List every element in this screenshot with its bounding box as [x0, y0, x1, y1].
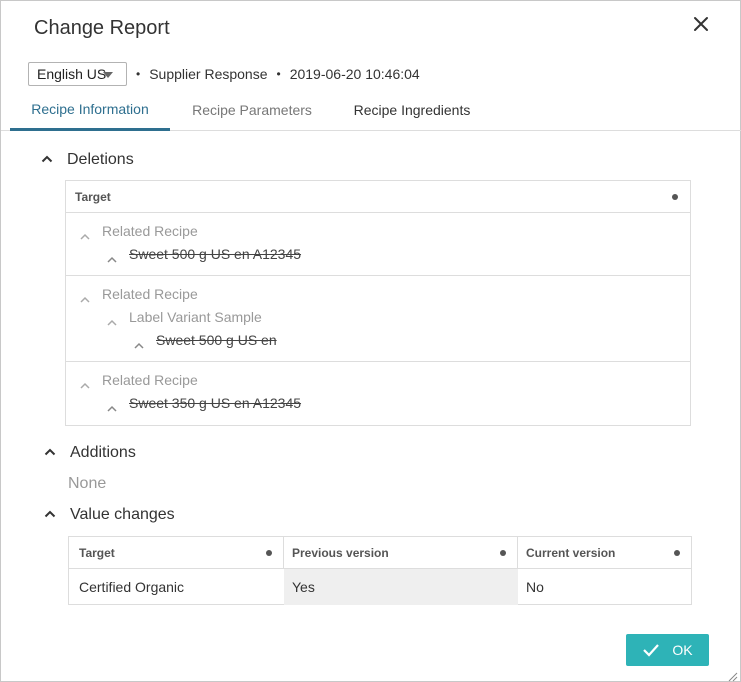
deleted-item-label: Sweet 500 g US en — [156, 332, 277, 348]
tree-node-deleted-item[interactable]: Sweet 500 g US en A12345 — [107, 244, 301, 264]
cell-previous: Yes — [284, 569, 518, 605]
tree-node-label: Related Recipe — [102, 223, 198, 239]
value-changes-header-row: Target Previous version Current version — [69, 537, 691, 569]
chevron-up-icon — [107, 399, 117, 412]
value-changes-title: Value changes — [70, 506, 175, 523]
chevron-up-icon — [80, 227, 90, 240]
column-menu-icon[interactable] — [674, 550, 680, 556]
meta-separator-1: • — [136, 67, 141, 81]
tree-node-related-recipe[interactable]: Related Recipe — [80, 221, 198, 241]
caret-down-icon — [103, 72, 113, 78]
tree-node-deleted-item[interactable]: Sweet 500 g US en — [134, 330, 277, 350]
column-menu-icon[interactable] — [672, 194, 678, 200]
header-current-version: Current version — [526, 545, 616, 560]
deletion-row: Related Recipe Sweet 500 g US en A12345 — [66, 213, 690, 276]
change-report-dialog: Change Report English US • Supplier Resp… — [0, 0, 741, 682]
chevron-up-icon — [80, 376, 90, 389]
deletion-row: Related Recipe Label Variant Sample Swee… — [66, 276, 690, 362]
header-previous-version: Previous version — [284, 537, 518, 568]
column-menu-icon[interactable] — [500, 550, 506, 556]
additions-none-label: None — [68, 475, 107, 492]
tab-recipe-information[interactable]: Recipe Information — [10, 89, 170, 131]
deletions-header-row: Target — [66, 181, 690, 213]
deletions-section-toggle[interactable]: Deletions — [41, 151, 134, 169]
dialog-title: Change Report — [34, 17, 170, 39]
tree-node-label-variant[interactable]: Label Variant Sample — [107, 307, 262, 327]
language-select-value: English US — [37, 66, 107, 82]
resize-grip-icon[interactable] — [728, 669, 738, 682]
chevron-up-icon — [41, 155, 55, 165]
report-meta: English US • Supplier Response • 2019-06… — [28, 62, 420, 86]
value-changes-section-toggle[interactable]: Value changes — [44, 506, 175, 524]
report-source: Supplier Response — [149, 66, 268, 82]
tree-node-related-recipe[interactable]: Related Recipe — [80, 284, 198, 304]
chevron-up-icon — [80, 290, 90, 303]
chevron-up-icon — [107, 250, 117, 263]
ok-button-label: OK — [672, 642, 693, 658]
report-timestamp: 2019-06-20 10:46:04 — [289, 66, 420, 82]
deletions-header-target: Target — [75, 189, 111, 204]
cell-target: Certified Organic — [79, 579, 185, 595]
meta-separator-2: • — [276, 67, 281, 81]
check-icon — [643, 644, 660, 657]
chevron-up-icon — [134, 336, 144, 349]
additions-section-toggle[interactable]: Additions — [44, 444, 136, 462]
deletion-row: Related Recipe Sweet 350 g US en A12345 — [66, 362, 690, 426]
chevron-up-icon — [107, 313, 117, 326]
tree-node-label: Label Variant Sample — [129, 309, 262, 325]
table-row: Certified Organic Yes No — [69, 569, 691, 605]
tree-node-deleted-item[interactable]: Sweet 350 g US en A12345 — [107, 393, 301, 413]
additions-title: Additions — [70, 444, 136, 461]
deleted-item-label: Sweet 350 g US en A12345 — [129, 395, 302, 411]
column-menu-icon[interactable] — [266, 550, 272, 556]
header-target: Target — [69, 537, 284, 568]
deleted-item-label: Sweet 500 g US en A12345 — [129, 246, 302, 262]
close-icon[interactable] — [691, 14, 711, 34]
ok-button[interactable]: OK — [626, 634, 709, 666]
deletions-title: Deletions — [67, 151, 134, 168]
language-select[interactable]: English US — [28, 62, 127, 86]
tree-node-label: Related Recipe — [102, 372, 198, 388]
tree-node-label: Related Recipe — [102, 286, 198, 302]
chevron-up-icon — [44, 510, 58, 520]
cell-current: No — [526, 579, 544, 595]
tab-recipe-parameters[interactable]: Recipe Parameters — [181, 89, 323, 131]
value-changes-table: Target Previous version Current version … — [68, 536, 692, 605]
deletions-table: Target Related Recipe Sweet 500 g US en … — [65, 180, 691, 426]
tab-recipe-ingredients[interactable]: Recipe Ingredients — [341, 89, 483, 131]
tab-bar: Recipe Information Recipe Parameters Rec… — [1, 89, 741, 131]
tree-node-related-recipe[interactable]: Related Recipe — [80, 370, 198, 390]
chevron-up-icon — [44, 448, 58, 458]
